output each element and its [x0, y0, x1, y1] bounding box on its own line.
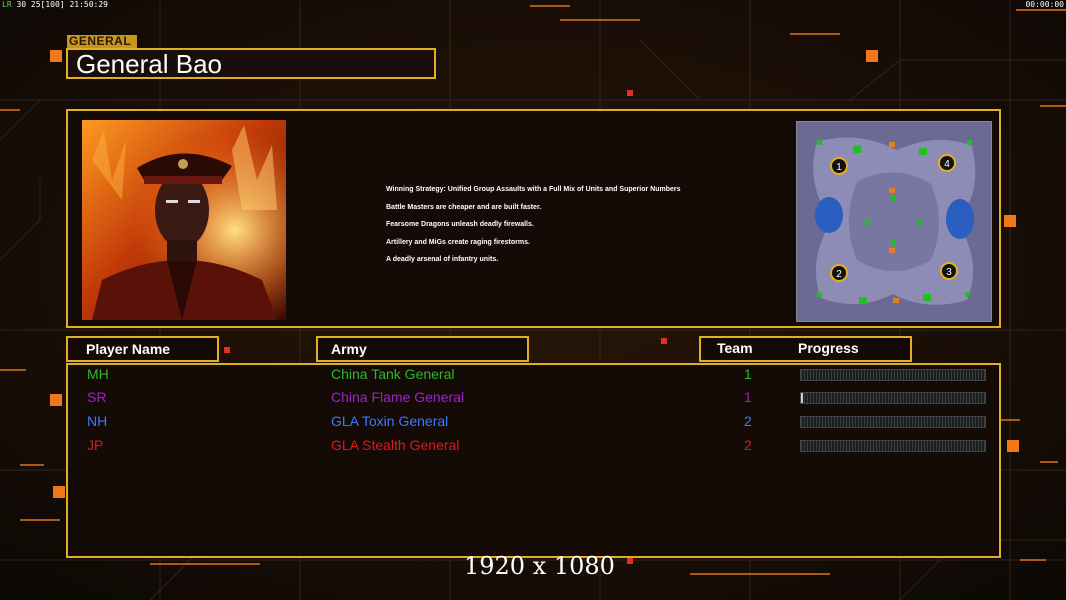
svg-text:3: 3: [946, 267, 952, 278]
decor-square: [1007, 440, 1019, 452]
strategy-line: Artillery and MiGs create raging firesto…: [386, 238, 530, 246]
map-preview: 1 2 3 4: [796, 121, 992, 322]
progress-label: Progress: [798, 340, 859, 356]
player-row: JP GLA Stealth General 2: [68, 437, 999, 459]
player-team: 1: [744, 389, 752, 405]
start-position: 4: [938, 154, 956, 172]
progress-bar: [800, 392, 986, 404]
svg-text:1: 1: [836, 162, 842, 173]
title-panel: General Bao: [66, 48, 436, 79]
player-name: JP: [87, 437, 104, 453]
decor-square: [53, 486, 65, 498]
resolution-label: 1920 x 1080: [464, 552, 615, 580]
player-army: GLA Stealth General: [331, 437, 460, 453]
start-position: 3: [940, 262, 958, 280]
start-position: 1: [830, 157, 848, 175]
player-row: MH China Tank General 1: [68, 366, 999, 388]
general-portrait: [82, 120, 286, 320]
decor-square: [224, 347, 230, 353]
svg-text:2: 2: [836, 269, 842, 280]
decor-square: [50, 394, 62, 406]
svg-text:4: 4: [944, 159, 950, 170]
player-name: NH: [87, 413, 108, 429]
player-army: China Flame General: [331, 389, 465, 405]
progress-bar: [800, 369, 986, 381]
general-info-panel: Winning Strategy: Unified Group Assaults…: [66, 109, 1001, 328]
player-name-label: Player Name: [86, 341, 171, 357]
decor-square: [627, 558, 633, 564]
player-name-header: Player Name: [66, 336, 219, 362]
decor-square: [866, 50, 878, 62]
hud-prefix: LR: [2, 0, 12, 9]
player-army: GLA Toxin General: [331, 413, 449, 429]
army-header: Army: [316, 336, 529, 362]
progress-bar: [800, 416, 986, 428]
start-position: 2: [830, 264, 848, 282]
army-label: Army: [331, 341, 367, 357]
player-team: 2: [744, 437, 752, 453]
decor-square: [50, 50, 62, 62]
hud-stats: LR 30 25[100] 21:50:29: [2, 0, 108, 9]
player-name: SR: [87, 389, 107, 405]
progress-fill: [801, 393, 803, 403]
strategy-line: A deadly arsenal of infantry units.: [386, 256, 499, 263]
strategy-line: Fearsome Dragons unleash deadly firewall…: [386, 221, 534, 228]
general-tag: GENERAL: [67, 35, 137, 48]
team-label: Team: [717, 340, 753, 356]
strategy-line: Battle Masters are cheaper and are built…: [386, 203, 542, 211]
hud-clock: 00:00:00: [1025, 0, 1064, 9]
team-progress-header: Team Progress: [699, 336, 912, 362]
strategy-line: Winning Strategy: Unified Group Assaults…: [386, 186, 681, 193]
player-team: 1: [744, 366, 752, 382]
general-title: General Bao: [76, 49, 222, 79]
player-list: MH China Tank General 1 SR China Flame G…: [66, 363, 1001, 558]
player-army: China Tank General: [331, 366, 455, 382]
player-name: MH: [87, 366, 109, 382]
player-team: 2: [744, 413, 752, 429]
progress-bar: [800, 440, 986, 452]
strategy-text: Winning Strategy: Unified Group Assaults…: [386, 181, 680, 269]
decor-square: [1004, 215, 1016, 227]
hud-left-text: 30 25[100] 21:50:29: [16, 0, 108, 9]
player-row: SR China Flame General 1: [68, 389, 999, 411]
player-row: NH GLA Toxin General 2: [68, 413, 999, 435]
decor-square: [627, 90, 633, 96]
decor-square: [661, 338, 667, 344]
